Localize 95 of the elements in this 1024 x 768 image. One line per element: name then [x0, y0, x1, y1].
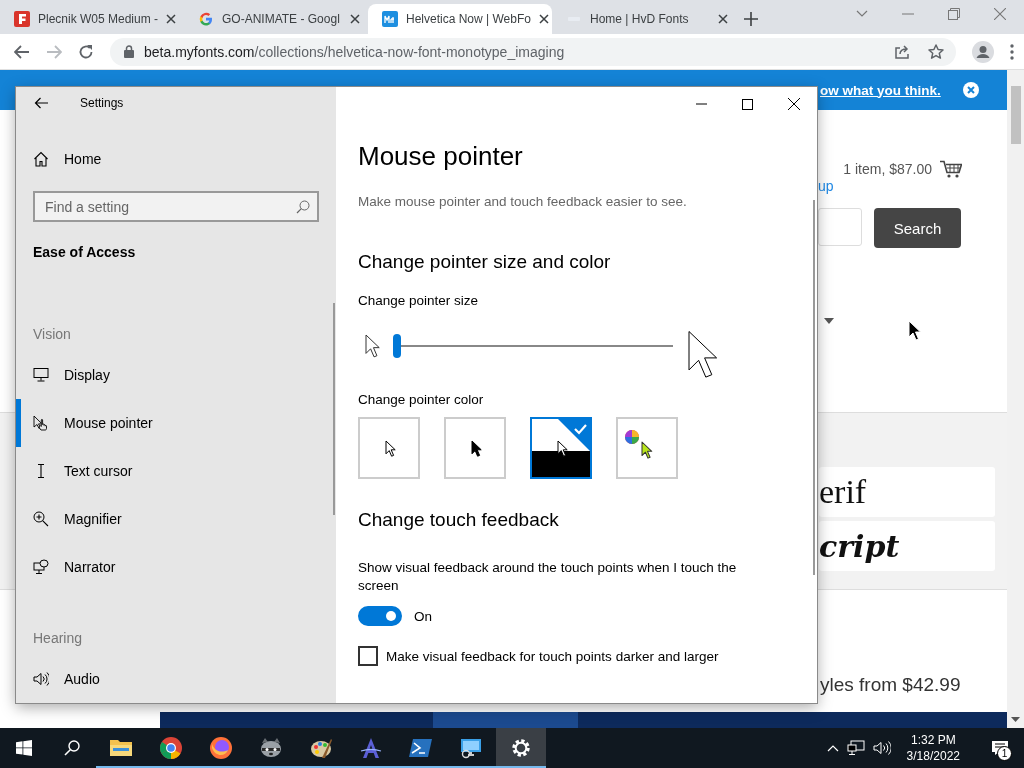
font-card[interactable]: cript — [819, 521, 995, 571]
sign-up-link[interactable]: up — [818, 178, 834, 194]
checkbox[interactable] — [358, 646, 378, 666]
nav-item[interactable]: Display — [16, 350, 336, 399]
restore-icon[interactable] — [948, 8, 960, 20]
small-pointer-icon — [365, 334, 381, 358]
nav-item[interactable]: Magnifier — [16, 494, 336, 543]
new-tab-icon[interactable] — [744, 12, 758, 26]
clock-time: 1:32 PM — [910, 732, 956, 748]
magnifier-icon — [33, 510, 49, 527]
color-wheel-icon — [625, 430, 639, 444]
font-site-icon — [382, 11, 398, 27]
close-icon[interactable] — [538, 14, 549, 24]
pointer-icon — [557, 440, 568, 457]
scrollbar[interactable] — [813, 200, 815, 575]
nav-item[interactable]: Narrator — [16, 542, 336, 591]
cart-icon[interactable] — [940, 160, 962, 178]
page-title: Mouse pointer — [358, 141, 524, 172]
section-heading: Change pointer size and color — [358, 251, 612, 273]
toggle-switch[interactable] — [358, 606, 402, 626]
price-text: yles from $42.99 — [820, 674, 962, 696]
section-heading: Change touch feedback — [358, 509, 560, 531]
letter-f-icon — [14, 11, 30, 27]
group-heading: Vision — [32, 324, 72, 344]
nav-item[interactable]: Text cursor — [16, 446, 336, 495]
narrator-icon — [33, 558, 49, 575]
pointer-color-option[interactable] — [530, 417, 592, 479]
scrollbar[interactable] — [333, 303, 335, 515]
setting-label: Change pointer size — [358, 293, 480, 308]
nav-item[interactable]: Home — [16, 135, 336, 184]
pointer-icon — [641, 441, 653, 459]
font-sample: cript — [819, 528, 900, 564]
browser-tab[interactable]: Home | HvD Fonts — [552, 4, 736, 34]
back-icon[interactable] — [34, 97, 48, 110]
menu-icon[interactable] — [1010, 43, 1014, 60]
browser-tab[interactable]: GO-ANIMATE - Googl — [184, 4, 368, 34]
pointer-icon — [471, 440, 482, 457]
close-icon[interactable] — [166, 14, 177, 24]
network-icon[interactable] — [846, 740, 865, 756]
scrollbar[interactable] — [1007, 70, 1024, 728]
clock[interactable]: 1:32 PM 3/18/2022 — [898, 732, 968, 764]
checkbox-label: Make visual feedback for touch points darker and larger — [386, 648, 719, 664]
dropdown-caret-icon[interactable] — [824, 318, 834, 324]
pointer-icon — [33, 414, 49, 431]
close-icon[interactable] — [788, 98, 800, 110]
checkmark-icon — [558, 419, 590, 451]
start-icon[interactable] — [16, 740, 32, 756]
cart-summary: 1 item, $87.00 — [843, 161, 932, 177]
section-title: Ease of Access — [32, 243, 137, 263]
volume-icon[interactable] — [872, 740, 891, 756]
clock-date: 3/18/2022 — [906, 748, 960, 764]
font-sample: erif — [819, 473, 867, 511]
group-heading: Hearing — [32, 628, 84, 648]
reload-icon[interactable] — [78, 43, 94, 60]
star-icon[interactable] — [928, 43, 944, 60]
back-icon[interactable] — [14, 44, 30, 59]
window-title: Settings — [80, 96, 124, 111]
nav-item[interactable]: Mouse pointer — [16, 398, 336, 447]
toggle-state: On — [414, 608, 432, 624]
mouse-cursor-icon — [908, 320, 922, 342]
close-icon[interactable] — [350, 14, 360, 24]
browser-tab[interactable]: Helvetica Now | WebFo — [368, 4, 552, 34]
feedback-link[interactable]: ow what you think. — [820, 82, 941, 98]
pointer-color-option[interactable] — [616, 417, 678, 479]
setting-label: Change pointer color — [358, 392, 485, 407]
nav-item[interactable]: Audio — [16, 655, 336, 703]
maximize-icon[interactable] — [742, 98, 753, 110]
font-card[interactable]: erif — [819, 467, 995, 517]
search-icon[interactable] — [64, 740, 80, 756]
search-button[interactable]: Search — [874, 208, 961, 248]
pointer-icon — [385, 440, 396, 457]
home-icon — [33, 151, 49, 168]
audio-icon — [33, 671, 49, 687]
chevron-up-icon[interactable] — [826, 744, 839, 752]
settings-icon[interactable] — [496, 728, 546, 768]
scroll-down-icon[interactable] — [1011, 717, 1020, 722]
profile-icon[interactable] — [972, 40, 994, 63]
browser-tab[interactable]: Plecnik W05 Medium - — [0, 4, 184, 34]
share-icon[interactable] — [894, 43, 910, 60]
g-logo-icon — [198, 11, 214, 27]
search-icon — [296, 200, 310, 215]
pointer-color-option[interactable] — [358, 417, 420, 479]
notification-count: 1 — [997, 746, 1012, 761]
page-description: Make mouse pointer and touch feedback easier to see. — [358, 194, 688, 209]
display-icon — [33, 366, 49, 383]
lock-icon — [124, 45, 134, 58]
close-icon[interactable] — [718, 14, 728, 24]
setting-label: Show visual feedback around the touch points when I touch the screen — [358, 559, 738, 595]
url-text: beta.myfonts.com/collections/helvetica-now-font-monotype_imaging — [144, 43, 566, 60]
slider-thumb[interactable] — [393, 334, 401, 358]
address-field[interactable]: beta.myfonts.com/collections/helvetica-now-font-monotype_imaging — [110, 37, 956, 66]
chevron-down-icon[interactable] — [856, 10, 868, 18]
pointer-color-option[interactable] — [444, 417, 506, 479]
scroll-thumb[interactable] — [1010, 86, 1021, 144]
search-field[interactable]: Find a setting — [33, 191, 319, 223]
